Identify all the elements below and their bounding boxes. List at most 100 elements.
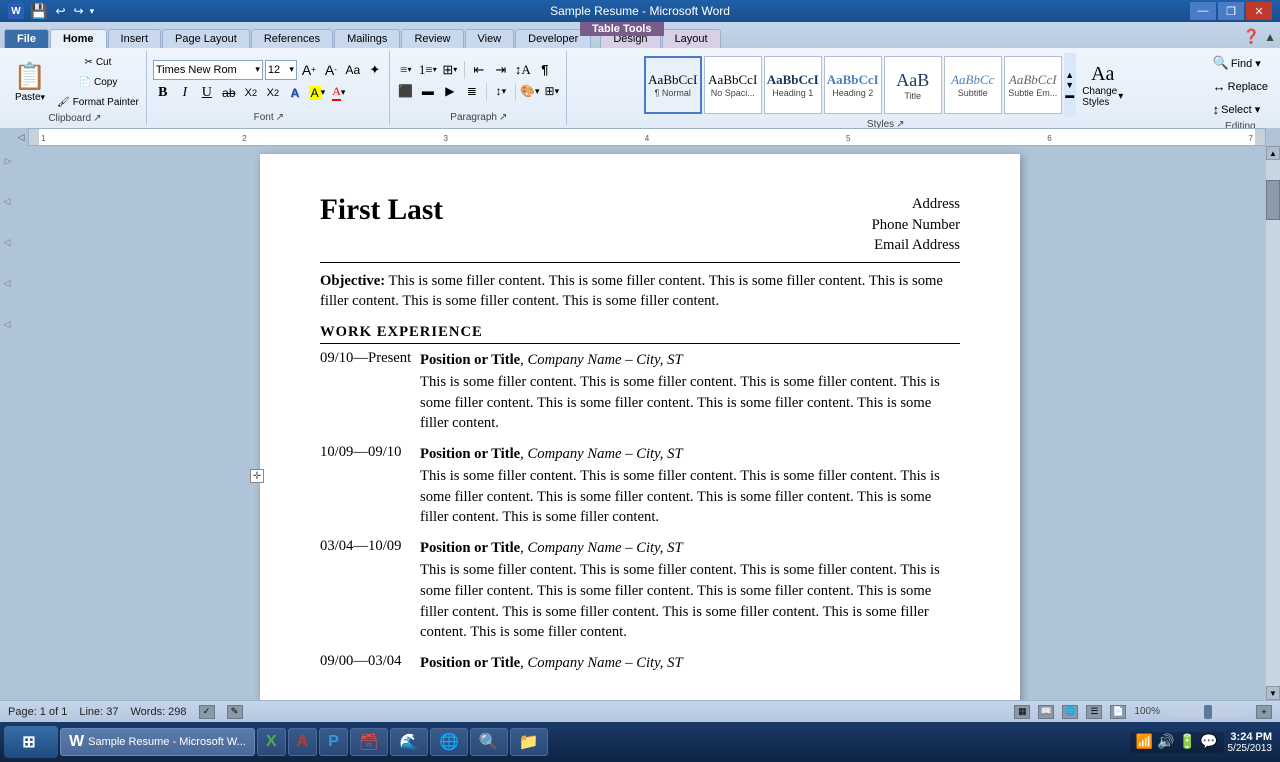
tab-references[interactable]: References bbox=[251, 29, 333, 48]
tray-notifications-icon[interactable]: 💬 bbox=[1200, 734, 1217, 751]
tab-insert[interactable]: Insert bbox=[108, 29, 162, 48]
styles-scroll-up[interactable]: ▲ bbox=[1065, 70, 1074, 80]
find-btn[interactable]: 🔍 Find ▾ bbox=[1209, 53, 1272, 73]
paragraph-expand-icon[interactable]: ↗ bbox=[499, 112, 507, 123]
align-center-btn[interactable]: ▬ bbox=[418, 83, 438, 101]
justify-btn[interactable]: ≣ bbox=[462, 83, 482, 101]
styles-scroll-down[interactable]: ▼ bbox=[1065, 80, 1074, 90]
proofing-icon[interactable]: ✓ bbox=[199, 705, 215, 719]
change-case-btn[interactable]: Aa bbox=[343, 61, 363, 79]
styles-more[interactable]: ▬ bbox=[1065, 90, 1074, 100]
tray-network-icon[interactable]: 📶 bbox=[1136, 734, 1153, 751]
view-outline-icon[interactable]: ☰ bbox=[1086, 705, 1102, 719]
ribbon-toggle-icon[interactable]: ▲ bbox=[1264, 30, 1276, 45]
multilevel-btn[interactable]: ⊞▾ bbox=[440, 61, 460, 79]
tab-file[interactable]: File bbox=[4, 29, 49, 48]
taskbar-access-btn[interactable]: A bbox=[288, 728, 318, 756]
font-expand-icon[interactable]: ↗ bbox=[276, 112, 284, 123]
zoom-in-icon[interactable]: + bbox=[1256, 705, 1272, 719]
tab-view[interactable]: View bbox=[465, 29, 515, 48]
superscript-btn[interactable]: X2 bbox=[263, 84, 283, 102]
quick-access-undo[interactable]: ↩ bbox=[55, 4, 65, 18]
copy-btn[interactable]: 📄 Copy bbox=[54, 73, 142, 91]
tab-page-layout[interactable]: Page Layout bbox=[162, 29, 250, 48]
font-name-selector[interactable]: Times New Rom ▾ bbox=[153, 60, 263, 80]
shrink-font-btn[interactable]: A- bbox=[321, 61, 341, 79]
quick-access-dropdown[interactable]: ▾ bbox=[90, 6, 95, 17]
style-subtle-em[interactable]: AaBbCcI Subtle Em... bbox=[1004, 56, 1062, 114]
clipboard-expand-icon[interactable]: ↗ bbox=[93, 113, 101, 124]
replace-btn[interactable]: ↔ Replace bbox=[1209, 77, 1272, 96]
view-web-icon[interactable]: 🌐 bbox=[1062, 705, 1078, 719]
taskbar-network-btn[interactable]: 🌊 bbox=[390, 728, 428, 756]
taskbar-excel-btn[interactable]: X bbox=[257, 728, 286, 756]
paste-btn[interactable]: 📋 Paste▾ bbox=[8, 55, 52, 109]
text-effects-btn[interactable]: A bbox=[285, 84, 305, 102]
system-clock[interactable]: 3:24 PM 5/25/2013 bbox=[1228, 731, 1273, 754]
style-heading1[interactable]: AaBbCcI Heading 1 bbox=[764, 56, 822, 114]
restore-btn[interactable]: ❐ bbox=[1218, 2, 1244, 20]
style-subtitle[interactable]: AaBbCc Subtitle bbox=[944, 56, 1002, 114]
tab-home[interactable]: Home bbox=[50, 29, 107, 48]
italic-btn[interactable]: I bbox=[175, 84, 195, 102]
track-changes-icon[interactable]: ✎ bbox=[227, 705, 243, 719]
help-icon[interactable]: ❓ bbox=[1243, 29, 1260, 46]
document-scroll-area[interactable]: ✛ First Last Address Phone Number Email … bbox=[14, 146, 1266, 700]
taskbar-db-btn[interactable]: 🗃 bbox=[350, 728, 388, 756]
bold-btn[interactable]: B bbox=[153, 84, 173, 102]
styles-expand-icon[interactable]: ↗ bbox=[896, 119, 904, 128]
taskbar-word-btn[interactable]: W Sample Resume - Microsoft W... bbox=[60, 728, 255, 756]
clear-format-btn[interactable]: ✦ bbox=[365, 61, 385, 79]
style-heading2[interactable]: AaBbCcI Heading 2 bbox=[824, 56, 882, 114]
taskbar-chrome-btn[interactable]: 🌐 bbox=[430, 728, 468, 756]
style-normal[interactable]: AaBbCcI ¶ Normal bbox=[644, 56, 702, 114]
table-move-handle[interactable]: ✛ bbox=[250, 469, 264, 483]
numbering-btn[interactable]: 1≡▾ bbox=[418, 61, 438, 79]
tab-review[interactable]: Review bbox=[401, 29, 463, 48]
grow-font-btn[interactable]: A+ bbox=[299, 61, 319, 79]
strikethrough-btn[interactable]: ab bbox=[219, 84, 239, 102]
quick-access-redo[interactable]: ↪ bbox=[74, 4, 84, 18]
borders-btn[interactable]: ⊞▾ bbox=[542, 83, 562, 101]
bullets-btn[interactable]: ≡▾ bbox=[396, 61, 416, 79]
start-button[interactable]: ⊞ bbox=[4, 726, 58, 758]
show-hide-btn[interactable]: ¶ bbox=[535, 61, 555, 79]
tray-battery-icon[interactable]: 🔋 bbox=[1179, 734, 1196, 751]
view-normal-icon[interactable]: ▦ bbox=[1014, 705, 1030, 719]
align-right-btn[interactable]: ▶ bbox=[440, 83, 460, 101]
decrease-indent-btn[interactable]: ⇤ bbox=[469, 61, 489, 79]
format-painter-btn[interactable]: 🖌 Format Painter bbox=[54, 93, 142, 111]
close-btn[interactable]: ✕ bbox=[1246, 2, 1272, 20]
tab-mailings[interactable]: Mailings bbox=[334, 29, 400, 48]
cut-btn[interactable]: ✂ Cut bbox=[54, 53, 142, 71]
font-color-btn[interactable]: A▾ bbox=[329, 84, 349, 102]
taskbar-files-btn[interactable]: 📁 bbox=[510, 728, 548, 756]
scroll-thumb[interactable] bbox=[1266, 180, 1280, 220]
line-spacing-btn[interactable]: ↕▾ bbox=[491, 83, 511, 101]
select-btn[interactable]: ↕ Select ▾ bbox=[1209, 100, 1272, 119]
highlight-btn[interactable]: A▾ bbox=[307, 84, 327, 102]
tray-volume-icon[interactable]: 🔊 bbox=[1157, 734, 1174, 751]
sort-btn[interactable]: ↕A bbox=[513, 61, 533, 79]
align-left-btn[interactable]: ⬛ bbox=[396, 83, 416, 101]
taskbar-publisher-btn[interactable]: P bbox=[319, 728, 348, 756]
scroll-track[interactable] bbox=[1266, 160, 1280, 686]
underline-btn[interactable]: U bbox=[197, 84, 217, 102]
shading-btn[interactable]: 🎨▾ bbox=[520, 83, 540, 101]
zoom-slider[interactable] bbox=[1168, 707, 1248, 717]
view-draft-icon[interactable]: 📄 bbox=[1110, 705, 1126, 719]
subscript-btn[interactable]: X2 bbox=[241, 84, 261, 102]
styles-scroll[interactable]: ▲ ▼ ▬ bbox=[1064, 53, 1076, 117]
taskbar-search-btn[interactable]: 🔍 bbox=[470, 728, 508, 756]
style-title[interactable]: AaB Title bbox=[884, 56, 942, 114]
increase-indent-btn[interactable]: ⇥ bbox=[491, 61, 511, 79]
style-no-spacing[interactable]: AaBbCcI No Spaci... bbox=[704, 56, 762, 114]
tab-layout[interactable]: Layout bbox=[662, 29, 721, 48]
scroll-up-btn[interactable]: ▲ bbox=[1266, 146, 1280, 160]
view-reading-icon[interactable]: 📖 bbox=[1038, 705, 1054, 719]
minimize-btn[interactable]: — bbox=[1190, 2, 1216, 20]
font-size-selector[interactable]: 12 ▾ bbox=[265, 60, 297, 80]
scroll-down-btn[interactable]: ▼ bbox=[1266, 686, 1280, 700]
change-styles-btn[interactable]: Aa ChangeStyles ▾ bbox=[1078, 55, 1128, 115]
quick-access-save[interactable]: 💾 bbox=[30, 3, 47, 20]
